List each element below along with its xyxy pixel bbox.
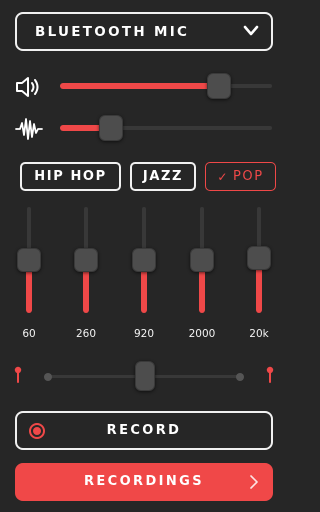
recordings-label: RECORDINGS [83, 474, 205, 489]
eq-freq-label: 920 [133, 328, 155, 340]
record-label: RECORD [106, 423, 182, 438]
left-earbud-icon [14, 366, 22, 383]
eq-band-slider[interactable] [17, 207, 41, 313]
chevron-right-icon [250, 475, 258, 489]
eq-freq-label: 260 [75, 328, 97, 340]
balance-right-stop [236, 373, 244, 381]
volume-slider[interactable] [60, 73, 272, 99]
volume-fill [60, 83, 219, 89]
eq-knob[interactable] [190, 248, 214, 272]
eq-knob[interactable] [74, 248, 98, 272]
gain-knob[interactable] [99, 115, 123, 141]
eq-band-slider[interactable] [74, 207, 98, 313]
preset-label: POP [232, 169, 264, 184]
preset-pop[interactable]: ✓ POP [205, 162, 276, 191]
recordings-button[interactable]: RECORDINGS [15, 463, 273, 501]
record-button[interactable]: RECORD [15, 411, 273, 450]
volume-knob[interactable] [207, 73, 231, 99]
eq-freq-label: 2000 [188, 328, 216, 340]
source-label: BLUETOOTH MIC [35, 23, 190, 40]
check-icon: ✓ [217, 169, 229, 184]
right-earbud-icon [266, 366, 274, 383]
balance-knob[interactable] [135, 361, 155, 391]
eq-band-slider[interactable] [190, 207, 214, 313]
eq-band-slider[interactable] [132, 207, 156, 313]
preset-hip-hop[interactable]: HIP HOP [20, 162, 121, 191]
eq-freq-label: 20k [249, 328, 269, 340]
speaker-icon [16, 77, 39, 97]
balance-left-stop [44, 373, 52, 381]
preset-label: JAZZ [142, 169, 184, 184]
eq-knob[interactable] [17, 248, 41, 272]
eq-knob[interactable] [247, 246, 271, 270]
gain-slider[interactable] [60, 115, 272, 141]
waveform-icon [15, 118, 43, 140]
chevron-down-icon [243, 25, 259, 36]
preset-label: HIP HOP [34, 169, 107, 184]
preset-jazz[interactable]: JAZZ [130, 162, 196, 191]
eq-knob[interactable] [132, 248, 156, 272]
source-dropdown[interactable]: BLUETOOTH MIC [15, 12, 273, 51]
eq-band-slider[interactable] [247, 207, 271, 313]
eq-freq-label: 60 [22, 328, 36, 340]
